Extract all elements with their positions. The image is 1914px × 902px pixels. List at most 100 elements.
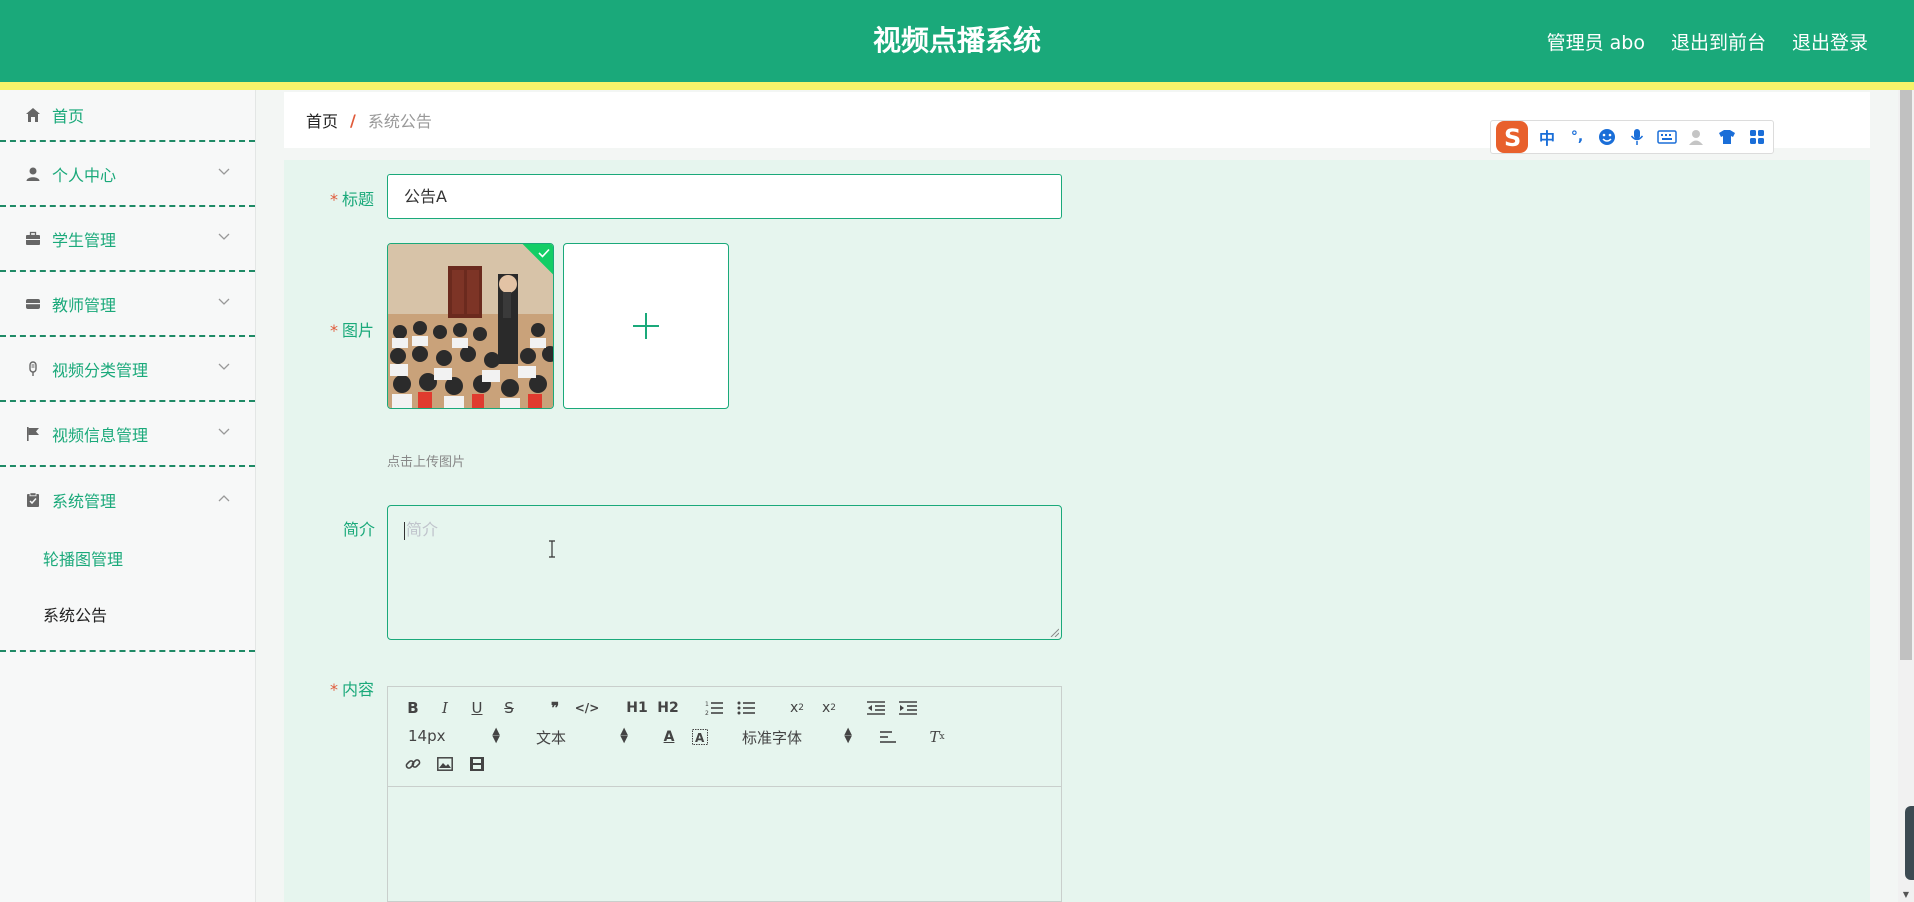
- content-label: * 内容: [330, 676, 374, 700]
- bold-icon[interactable]: B: [404, 699, 422, 717]
- sidebar-subitem-carousel[interactable]: 轮播图管理: [0, 532, 255, 588]
- font-size-select[interactable]: 14px ▲ ▼: [408, 727, 500, 747]
- breadcrumb-separator: /: [350, 110, 356, 130]
- logout-link[interactable]: 退出登录: [1792, 28, 1868, 55]
- flag-icon: [24, 425, 42, 443]
- font-color-icon[interactable]: A: [660, 727, 678, 747]
- required-mark: *: [330, 321, 338, 340]
- sidebar-item-teacher-management[interactable]: 教师管理: [0, 272, 255, 337]
- user-avatar-icon[interactable]: [1685, 125, 1709, 149]
- align-icon[interactable]: [878, 727, 898, 747]
- sidebar-item-label: 教师管理: [52, 295, 117, 315]
- breadcrumb-home[interactable]: 首页: [306, 108, 338, 132]
- outdent-icon[interactable]: [866, 699, 886, 717]
- chevron-down-icon: [217, 425, 231, 439]
- sidebar-item-video-category[interactable]: 视频分类管理: [0, 337, 255, 402]
- microphone-icon: [24, 360, 42, 378]
- chevron-down-icon: [217, 360, 231, 374]
- emoji-icon[interactable]: [1595, 125, 1619, 149]
- back-to-frontend-link[interactable]: 退出到前台: [1671, 28, 1766, 55]
- image-label-text: 图片: [342, 321, 375, 340]
- intro-label: 简介: [343, 520, 376, 539]
- ime-punctuation-toggle[interactable]: °,: [1565, 125, 1589, 149]
- sidebar: 首页 个人中心 学生管理 教师管理 视频分类管理 视频信息管理 系统管理 轮播图…: [0, 90, 256, 902]
- ime-toolbar: S 中 °,: [1490, 120, 1774, 154]
- sidebar-item-label: 视频分类管理: [52, 360, 149, 380]
- superscript-icon[interactable]: x2: [818, 699, 840, 717]
- uploaded-image-thumbnail[interactable]: [387, 243, 554, 409]
- scroll-down-arrow-icon[interactable]: ▼: [1898, 888, 1914, 902]
- keyboard-icon[interactable]: [1655, 125, 1679, 149]
- system-submenu: 轮播图管理 系统公告: [0, 532, 255, 652]
- rich-text-editor: B I U S ❞ </> H1 H2 12 x2 x2 14px ▲ ▼ 文本 …: [387, 686, 1062, 902]
- resize-handle-icon[interactable]: [1049, 627, 1059, 637]
- skin-shirt-icon[interactable]: [1715, 125, 1739, 149]
- intro-textarea[interactable]: 简介: [387, 505, 1062, 640]
- ordered-list-icon[interactable]: 12: [704, 699, 724, 717]
- inbox-icon: [24, 295, 42, 313]
- side-float-widget[interactable]: [1905, 806, 1914, 880]
- audience-photo: [388, 244, 553, 408]
- intro-placeholder: 简介: [406, 520, 439, 539]
- required-mark: *: [330, 680, 338, 699]
- strikethrough-icon[interactable]: S: [500, 699, 518, 717]
- font-family-select[interactable]: 标准字体 ▲ ▼: [742, 726, 852, 748]
- sidebar-item-system-management[interactable]: 系统管理: [0, 467, 255, 532]
- sidebar-item-video-info[interactable]: 视频信息管理: [0, 402, 255, 467]
- toolbox-grid-icon[interactable]: [1745, 125, 1769, 149]
- text-cursor: [404, 521, 405, 540]
- code-block-icon[interactable]: </>: [575, 699, 600, 717]
- chevron-down-icon: [217, 165, 231, 179]
- blockquote-icon[interactable]: ❞: [546, 699, 564, 717]
- select-arrows-icon: ▲ ▼: [620, 726, 628, 745]
- sogou-logo-icon[interactable]: S: [1495, 120, 1529, 154]
- chevron-down-icon: [217, 295, 231, 309]
- indent-icon[interactable]: [898, 699, 918, 717]
- select-arrows-icon: ▲ ▼: [492, 726, 500, 745]
- clear-format-icon[interactable]: Tx: [926, 727, 948, 747]
- scrollbar-thumb[interactable]: [1900, 90, 1912, 660]
- bullet-list-icon[interactable]: [736, 699, 756, 717]
- upload-image-button[interactable]: [563, 243, 729, 409]
- title-label: * 标题: [330, 186, 374, 210]
- title-input[interactable]: 公告A: [387, 174, 1062, 219]
- background-color-icon[interactable]: A: [691, 727, 709, 747]
- content-label-text: 内容: [342, 680, 375, 699]
- upload-hint: 点击上传图片: [387, 455, 466, 470]
- breadcrumb-current: 系统公告: [367, 112, 432, 131]
- home-icon: [24, 106, 42, 124]
- italic-icon[interactable]: I: [436, 699, 454, 717]
- select-arrows-icon: ▲ ▼: [844, 726, 852, 745]
- image-label: * 图片: [330, 317, 374, 341]
- sidebar-subitem-announcement[interactable]: 系统公告: [0, 588, 255, 644]
- svg-text:2: 2: [705, 710, 709, 716]
- voice-input-icon[interactable]: [1625, 125, 1649, 149]
- heading1-icon[interactable]: H1: [625, 699, 649, 717]
- sidebar-item-student-management[interactable]: 学生管理: [0, 207, 255, 272]
- required-mark: *: [330, 190, 338, 209]
- header-select-value: 文本: [536, 729, 567, 747]
- checkmark-icon: [538, 248, 550, 258]
- link-icon[interactable]: [404, 755, 422, 773]
- ime-language-toggle[interactable]: 中: [1535, 125, 1559, 149]
- svg-text:S: S: [1504, 124, 1521, 152]
- title-label-text: 标题: [342, 190, 375, 209]
- sidebar-item-home[interactable]: 首页: [0, 90, 255, 142]
- video-insert-icon[interactable]: [468, 755, 486, 773]
- sidebar-item-personal-center[interactable]: 个人中心: [0, 142, 255, 207]
- clipboard-check-icon: [24, 491, 42, 509]
- heading2-icon[interactable]: H2: [656, 699, 680, 717]
- page-scrollbar[interactable]: ▼: [1898, 90, 1914, 902]
- font-family-value: 标准字体: [742, 729, 803, 747]
- image-insert-icon[interactable]: [436, 755, 454, 773]
- font-size-value: 14px: [408, 727, 446, 745]
- underline-icon[interactable]: U: [468, 699, 486, 717]
- header-select[interactable]: 文本 ▲ ▼: [536, 726, 628, 748]
- subscript-icon[interactable]: x2: [786, 699, 808, 717]
- sidebar-item-label: 视频信息管理: [52, 425, 149, 445]
- chevron-down-icon: [217, 230, 231, 244]
- editor-toolbar: B I U S ❞ </> H1 H2 12 x2 x2 14px ▲ ▼ 文本 …: [388, 687, 1061, 787]
- user-label[interactable]: 管理员 abo: [1547, 28, 1645, 55]
- sidebar-item-label: 个人中心: [52, 165, 117, 185]
- svg-text:1: 1: [705, 701, 709, 708]
